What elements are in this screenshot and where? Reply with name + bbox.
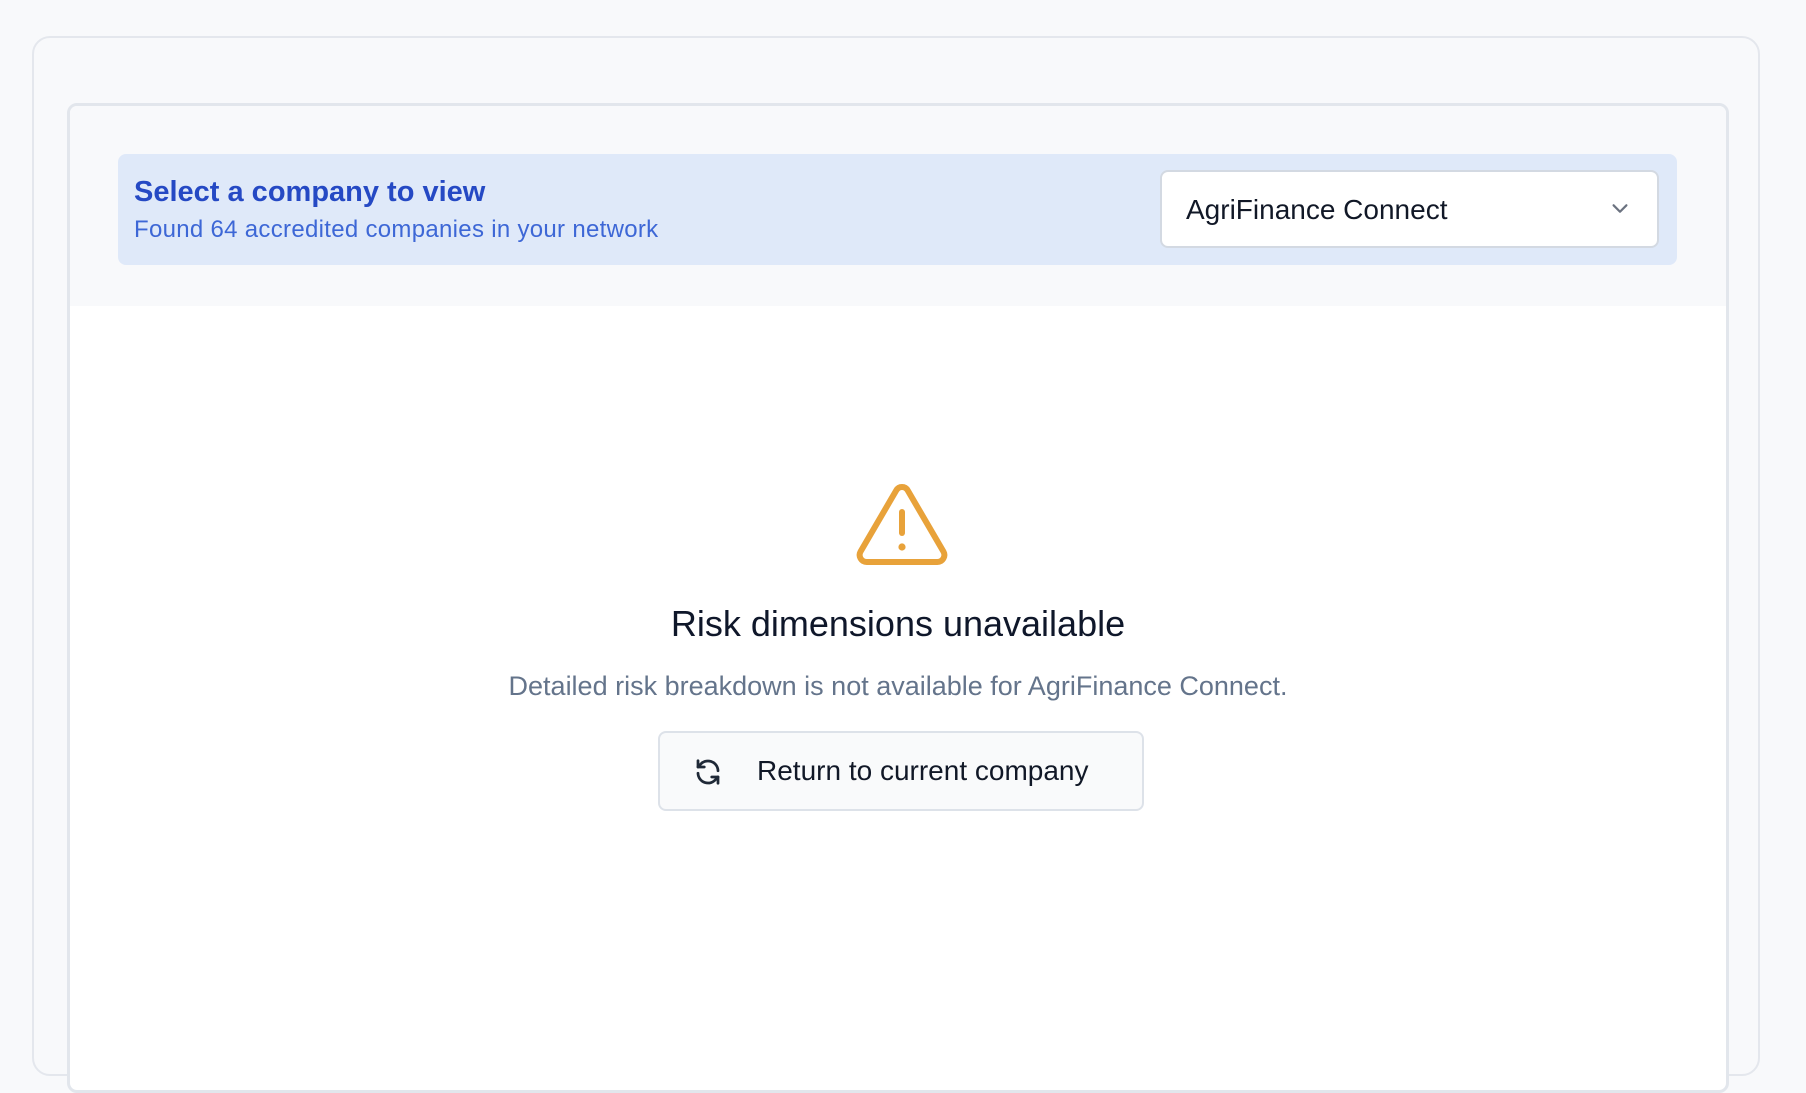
outer-panel: Select a company to view Found 64 accred… <box>32 36 1760 1093</box>
selector-title: Select a company to view <box>134 176 486 208</box>
company-selector-section: Select a company to view Found 64 accred… <box>70 106 1726 306</box>
empty-state-title: Risk dimensions unavailable <box>670 603 1126 644</box>
return-button-label: Return to current company <box>757 755 1089 786</box>
chevron-down-icon <box>1612 204 1628 213</box>
company-select-dropdown[interactable]: AgriFinance Connect <box>1160 170 1659 248</box>
company-selector-banner: Select a company to view Found 64 accred… <box>118 154 1677 265</box>
warning-triangle-icon <box>856 484 948 565</box>
refresh-icon <box>696 759 720 785</box>
return-to-current-company-button[interactable]: Return to current company <box>658 731 1144 811</box>
selected-company-value: AgriFinance Connect <box>1186 194 1448 225</box>
selector-subtitle: Found 64 accredited companies in your ne… <box>134 216 659 243</box>
risk-dimensions-card: Select a company to view Found 64 accred… <box>67 103 1729 1093</box>
empty-state-description: Detailed risk breakdown is not available… <box>508 671 1288 701</box>
